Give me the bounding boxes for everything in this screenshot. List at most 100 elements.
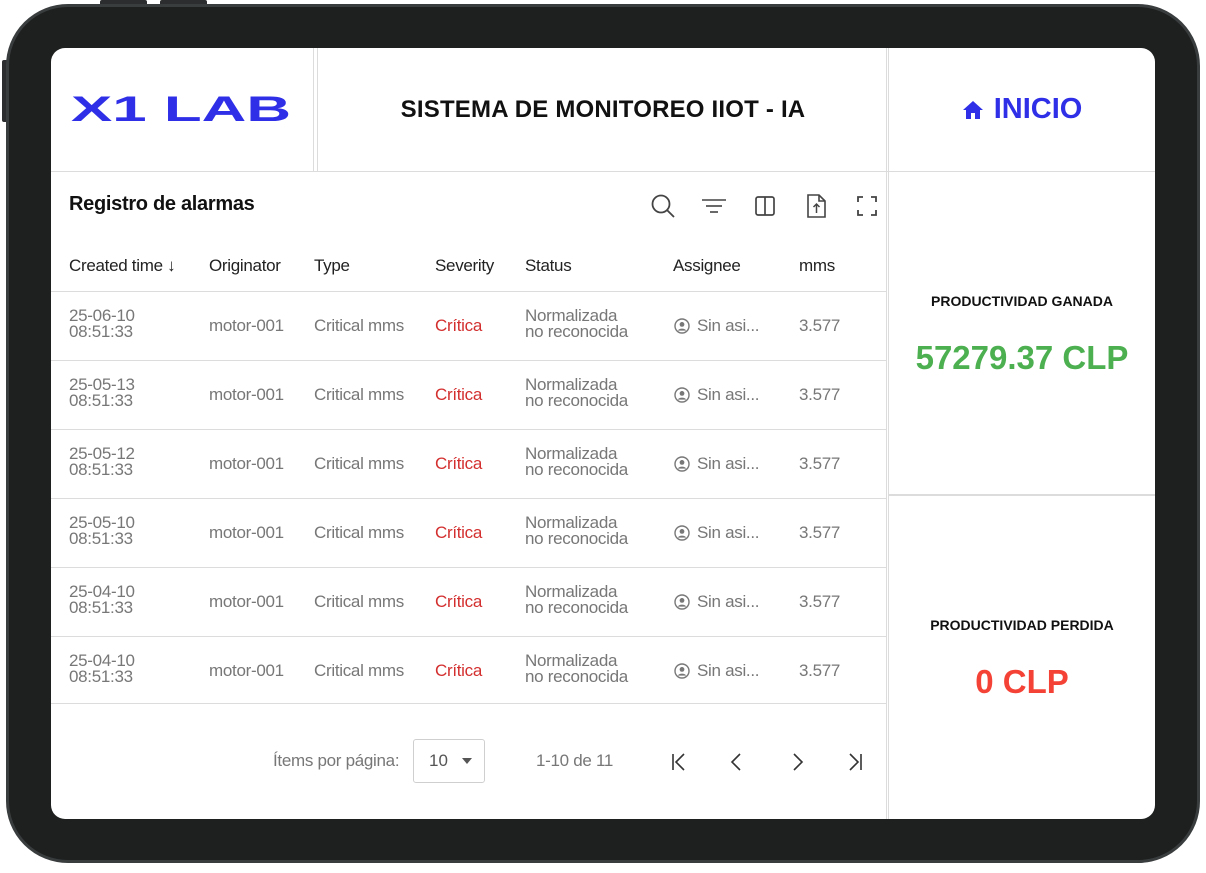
- mms-cell: 3.577: [799, 523, 841, 542]
- table-row[interactable]: 25-04-10 08:51:33 motor-001 Critical mms …: [51, 636, 887, 704]
- assignee-label: Sin asi...: [697, 661, 760, 680]
- first-page-icon: [672, 753, 685, 771]
- column-status[interactable]: Status: [525, 256, 572, 276]
- type-cell: Critical mms: [314, 454, 404, 473]
- mms-cell: 3.577: [799, 661, 841, 680]
- app-screen: X1 LAB SISTEMA DE MONITOREO IIOT - IA IN…: [51, 48, 1155, 819]
- column-label: Created time: [69, 256, 163, 275]
- fullscreen-icon: [856, 196, 877, 216]
- table-row[interactable]: 25-06-10 08:51:33 motor-001 Critical mms …: [51, 291, 887, 359]
- time: 08:51:33: [69, 667, 133, 686]
- chevron-right-icon: [793, 753, 804, 771]
- productivity-lost-value: 0 CLP: [975, 663, 1069, 700]
- column-originator[interactable]: Originator: [209, 256, 281, 276]
- next-page-button[interactable]: [781, 746, 813, 778]
- severity-cell: Crítica: [435, 454, 483, 473]
- status-line: no reconocida: [525, 529, 628, 548]
- brand-logo: X1 LAB: [51, 48, 313, 171]
- originator-cell: motor-001: [209, 316, 284, 335]
- assignee-cell[interactable]: Sin asi...: [674, 385, 760, 405]
- mms-cell: 3.577: [799, 316, 841, 335]
- assignee-label: Sin asi...: [697, 385, 760, 404]
- assignee-label: Sin asi...: [697, 592, 760, 611]
- assignee-cell[interactable]: Sin asi...: [674, 523, 760, 543]
- status-line: no reconocida: [525, 667, 628, 686]
- time: 08:51:33: [69, 391, 133, 410]
- originator-cell: motor-001: [209, 592, 284, 611]
- status-cell: Normalizada no reconocida: [525, 652, 628, 686]
- kpi-divider: [889, 494, 1155, 496]
- assignee-cell[interactable]: Sin asi...: [674, 592, 760, 612]
- x1-lab-logo: X1 LAB: [71, 95, 291, 125]
- chevron-left-icon: [730, 753, 741, 771]
- export-icon: [806, 194, 826, 218]
- user-icon: [674, 387, 690, 403]
- severity-cell: Crítica: [435, 592, 483, 611]
- filter-button[interactable]: [688, 191, 739, 221]
- search-button[interactable]: [637, 191, 688, 221]
- time: 08:51:33: [69, 598, 133, 617]
- alarms-title: Registro de alarmas: [69, 193, 255, 215]
- created-time-cell: 25-05-10 08:51:33: [69, 514, 135, 548]
- originator-cell: motor-001: [209, 385, 284, 404]
- table-row[interactable]: 25-05-13 08:51:33 motor-001 Critical mms …: [51, 360, 887, 428]
- column-type[interactable]: Type: [314, 256, 350, 276]
- user-icon: [674, 663, 690, 679]
- assignee-cell[interactable]: Sin asi...: [674, 316, 760, 336]
- assignee-label: Sin asi...: [697, 316, 760, 335]
- created-time-cell: 25-04-10 08:51:33: [69, 652, 135, 686]
- home-label: INICIO: [993, 93, 1083, 125]
- assignee-cell[interactable]: Sin asi...: [674, 454, 760, 474]
- assignee-label: Sin asi...: [697, 454, 760, 473]
- mms-cell: 3.577: [799, 454, 841, 473]
- status-line: no reconocida: [525, 460, 628, 479]
- created-time-cell: 25-04-10 08:51:33: [69, 583, 135, 617]
- created-time-cell: 25-06-10 08:51:33: [69, 307, 135, 340]
- header-divider: [51, 171, 1155, 172]
- export-button[interactable]: [790, 191, 841, 221]
- mms-cell: 3.577: [799, 592, 841, 611]
- assignee-label: Sin asi...: [697, 523, 760, 542]
- table-header: Created time ↓ Originator Type Severity …: [51, 244, 887, 292]
- time: 08:51:33: [69, 529, 133, 548]
- first-page-button[interactable]: [663, 746, 695, 778]
- user-icon: [674, 594, 690, 610]
- column-mms[interactable]: mms: [799, 256, 835, 276]
- productivity-gained-value: 57279.37 CLP: [915, 339, 1129, 376]
- table-row[interactable]: 25-05-12 08:51:33 motor-001 Critical mms …: [51, 429, 887, 497]
- home-button[interactable]: INICIO: [889, 48, 1155, 171]
- status-cell: Normalizada no reconocida: [525, 514, 628, 548]
- columns-icon: [754, 196, 775, 216]
- severity-cell: Crítica: [435, 661, 483, 680]
- type-cell: Critical mms: [314, 523, 404, 542]
- severity-cell: Crítica: [435, 523, 483, 542]
- home-icon: [962, 100, 983, 119]
- column-created-time[interactable]: Created time ↓: [69, 256, 176, 276]
- status-cell: Normalizada no reconocida: [525, 307, 628, 341]
- column-assignee[interactable]: Assignee: [673, 256, 741, 276]
- status-cell: Normalizada no reconocida: [525, 583, 628, 617]
- productivity-lost-label: PRODUCTIVIDAD PERDIDA: [930, 617, 1114, 633]
- table-row[interactable]: 25-04-10 08:51:33 motor-001 Critical mms …: [51, 567, 887, 635]
- page-size-select[interactable]: 10: [413, 739, 485, 783]
- status-cell: Normalizada no reconocida: [525, 445, 628, 479]
- search-icon: [651, 194, 675, 218]
- last-page-button[interactable]: [839, 746, 871, 778]
- originator-cell: motor-001: [209, 454, 284, 473]
- user-icon: [674, 318, 690, 334]
- fullscreen-button[interactable]: [841, 191, 892, 221]
- divider: [317, 48, 318, 171]
- table-toolbar: [637, 191, 892, 221]
- assignee-cell[interactable]: Sin asi...: [674, 661, 760, 681]
- status-line: no reconocida: [525, 322, 628, 341]
- status-line: no reconocida: [525, 598, 628, 617]
- productivity-gained-label: PRODUCTIVIDAD GANADA: [931, 293, 1113, 309]
- user-icon: [674, 456, 690, 472]
- table-row[interactable]: 25-05-10 08:51:33 motor-001 Critical mms …: [51, 498, 887, 566]
- user-icon: [674, 525, 690, 541]
- column-severity[interactable]: Severity: [435, 256, 494, 276]
- previous-page-button[interactable]: [721, 746, 753, 778]
- severity-cell: Crítica: [435, 316, 483, 335]
- columns-button[interactable]: [739, 191, 790, 221]
- type-cell: Critical mms: [314, 385, 404, 404]
